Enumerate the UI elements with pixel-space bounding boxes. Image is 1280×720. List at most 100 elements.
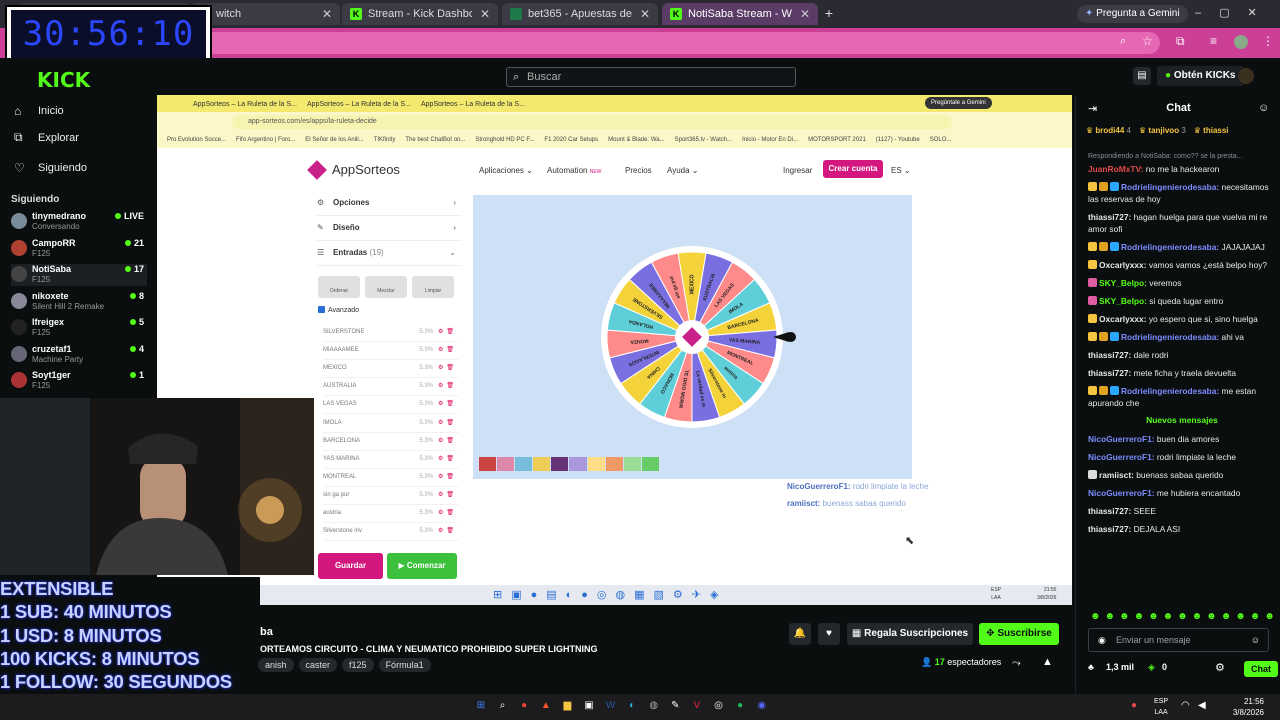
new-messages-divider[interactable]: Nuevos mensajes <box>1088 415 1276 425</box>
live-dot-icon <box>124 239 131 246</box>
discord-icon[interactable]: ◉ <box>754 698 770 714</box>
chevron-icon: › <box>453 198 456 207</box>
chat-message: thiassi727: DEJALA ASI <box>1088 523 1276 535</box>
chat-username[interactable]: Rodrielingenierodesaba: <box>1121 242 1219 252</box>
chat-username[interactable]: thiassi727: <box>1088 524 1131 534</box>
entry-label: MIAAAAMEE <box>323 347 359 354</box>
stream-tag[interactable]: caster <box>298 658 338 672</box>
keyboard-language[interactable]: ESP LAA <box>1154 696 1168 718</box>
entry-settings-delete-icon: ⚙🗑 <box>438 383 457 390</box>
top-gifter[interactable]: ♛ tanjivoo 3 <box>1139 126 1186 135</box>
chat-username[interactable]: Rodrielingenierodesaba: <box>1121 386 1219 396</box>
chrome-icon[interactable]: ● <box>516 698 532 714</box>
spotify-icon[interactable]: ● <box>732 698 748 714</box>
chat-settings-icon[interactable]: ⚙ <box>1215 661 1225 674</box>
gift-subs-button[interactable]: ▦ Regala Suscripciones <box>847 623 973 645</box>
gemini-button[interactable]: ✦ Pregunta a Gemini <box>1077 5 1188 23</box>
valorant-icon[interactable]: V <box>689 698 705 714</box>
stream-tag[interactable]: Fórmula1 <box>378 658 431 672</box>
chat-username[interactable]: NicoGuerreroF1: <box>1088 488 1155 498</box>
search-input[interactable]: ⌕ Buscar <box>506 67 796 87</box>
word-icon[interactable]: W <box>603 698 619 714</box>
sidebar-nav-siguiendo[interactable]: ♡ Siguiendo <box>14 161 87 175</box>
entry-label: austria <box>323 510 342 516</box>
followed-channel[interactable]: NotiSaba F125 17 <box>11 264 147 286</box>
new-tab-button[interactable]: + <box>822 6 836 20</box>
followed-channel[interactable]: tinymedrano Conversando LIVE <box>11 211 147 233</box>
followed-channel[interactable]: lfreigex F125 5 <box>11 317 147 339</box>
chat-username[interactable]: Rodrielingenierodesaba: <box>1121 182 1219 192</box>
tab-close-icon[interactable]: ✕ <box>792 7 810 21</box>
chat-username[interactable]: SKY_Belpo: <box>1099 296 1147 306</box>
chat-username[interactable]: thiassi727: <box>1088 368 1131 378</box>
report-icon[interactable]: ▲ <box>1042 656 1053 668</box>
tab-close-icon[interactable]: ✕ <box>632 7 650 21</box>
chat-username[interactable]: NicoGuerreroF1: <box>1088 434 1155 444</box>
mic-icon[interactable]: ● <box>1131 700 1137 711</box>
sidebar-nav-explorar[interactable]: ⧉ Explorar <box>14 130 79 145</box>
browser-tab[interactable]: bet365 - Apuestas deportivas e✕ <box>502 3 658 25</box>
app-icon[interactable]: ✎ <box>667 698 683 714</box>
stream-tags: anish caster f125 Fórmula1 <box>258 658 436 672</box>
address-bar[interactable] <box>200 32 1160 54</box>
follow-heart-button[interactable]: ♥ <box>818 623 840 645</box>
folder-icon[interactable]: ▆ <box>559 698 575 714</box>
inner-tab: AppSorteos – La Ruleta de la S... <box>307 101 411 108</box>
chat-username[interactable]: Oxcarlyxxx: <box>1099 314 1147 324</box>
chat-username[interactable]: SKY_Belpo: <box>1099 278 1147 288</box>
chat-username[interactable]: NicoGuerreroF1: <box>1088 452 1155 462</box>
lang-selector: ES ⌄ <box>891 166 911 175</box>
media-icon[interactable]: ▣ <box>581 698 597 714</box>
taskbar-clock[interactable]: 21:56 3/8/2026 <box>1233 696 1264 718</box>
tab-close-icon[interactable]: ✕ <box>472 7 490 21</box>
sidebar-nav-inicio[interactable]: ⌂ Inicio <box>14 104 64 118</box>
followed-channel[interactable]: cruzetaf1 Machine Party 4 <box>11 344 147 366</box>
emoji-icon[interactable]: ☺ <box>1251 629 1260 651</box>
edge-icon[interactable]: ◐ <box>624 698 640 714</box>
followed-channel[interactable]: Soyt1ger F125 1 <box>11 370 147 392</box>
reading-list-icon[interactable]: ≡ <box>1210 34 1217 48</box>
windows-start-icon[interactable]: ⊞ <box>473 698 489 714</box>
chat-username[interactable]: Oxcarlyxxx: <box>1099 260 1147 270</box>
share-icon[interactable]: ⤳ <box>1012 657 1021 670</box>
zoom-icon[interactable]: ⌕ <box>1120 35 1126 48</box>
chat-send-button[interactable]: Chat <box>1244 661 1278 677</box>
volume-icon[interactable]: ◀ <box>1198 700 1206 711</box>
bookmark-star-icon[interactable]: ☆ <box>1142 34 1153 48</box>
brave-icon[interactable]: ▲ <box>538 698 554 714</box>
browser-tab[interactable]: K NotiSaba Stream - Watch✕ <box>662 3 818 25</box>
emote-bar[interactable]: ☻☻☻☻☻☻☻☻☻☻☻☻☻☻☻☻ <box>1090 611 1276 623</box>
profile-avatar[interactable] <box>1234 35 1248 49</box>
chat-users-icon[interactable]: ☺ <box>1258 102 1269 114</box>
extensions-icon[interactable]: ⧉ <box>1176 34 1185 49</box>
subscribe-button[interactable]: ✥ Suscribirse <box>979 623 1059 645</box>
followed-channel[interactable]: CampoRR F125 21 <box>11 238 147 260</box>
chat-username[interactable]: thiassi727: <box>1088 350 1131 360</box>
browser-tab[interactable]: K Stream - Kick Dashboard✕ <box>342 3 498 25</box>
chat-username[interactable]: ramiisct: <box>1099 470 1134 480</box>
app-icon[interactable]: ◍ <box>646 698 662 714</box>
notifications-bell-button[interactable]: 🔔 <box>789 623 811 645</box>
kick-logo[interactable]: KICK <box>37 68 90 92</box>
followed-channel[interactable]: nikoxete Silent Hill 2 Remake 8 <box>11 291 147 313</box>
menu-icon[interactable]: ⋮ <box>1262 34 1274 48</box>
search-icon[interactable]: ⌕ <box>495 698 511 714</box>
stream-tag[interactable]: f125 <box>342 658 374 672</box>
layout-toggle-icon[interactable]: ▤ <box>1133 67 1151 85</box>
top-gifter[interactable]: ♛ thiassi <box>1194 126 1229 135</box>
chat-input[interactable]: ◉ Enviar un mensaje ☺ <box>1088 628 1269 652</box>
stream-tag[interactable]: anish <box>258 658 294 672</box>
chat-username[interactable]: Rodrielingenierodesaba: <box>1121 332 1219 342</box>
chat-username[interactable]: thiassi727: <box>1088 212 1131 222</box>
chat-username[interactable]: JuanRoMxTV: <box>1088 164 1143 174</box>
browser-tab[interactable]: witch ✕ <box>190 3 340 25</box>
streamer-name[interactable]: ba <box>260 626 273 638</box>
get-kicks-button[interactable]: ● Obtén KICKs <box>1157 66 1244 86</box>
top-gifter[interactable]: ♛ brodi44 4 <box>1086 126 1131 135</box>
user-avatar[interactable] <box>1238 68 1254 84</box>
app-icon[interactable]: ◎ <box>711 698 727 714</box>
chat-username[interactable]: thiassi727: <box>1088 506 1131 516</box>
wifi-icon[interactable]: ◠ <box>1181 700 1190 711</box>
tab-close-icon[interactable]: ✕ <box>314 7 332 21</box>
search-placeholder: Buscar <box>527 71 562 83</box>
